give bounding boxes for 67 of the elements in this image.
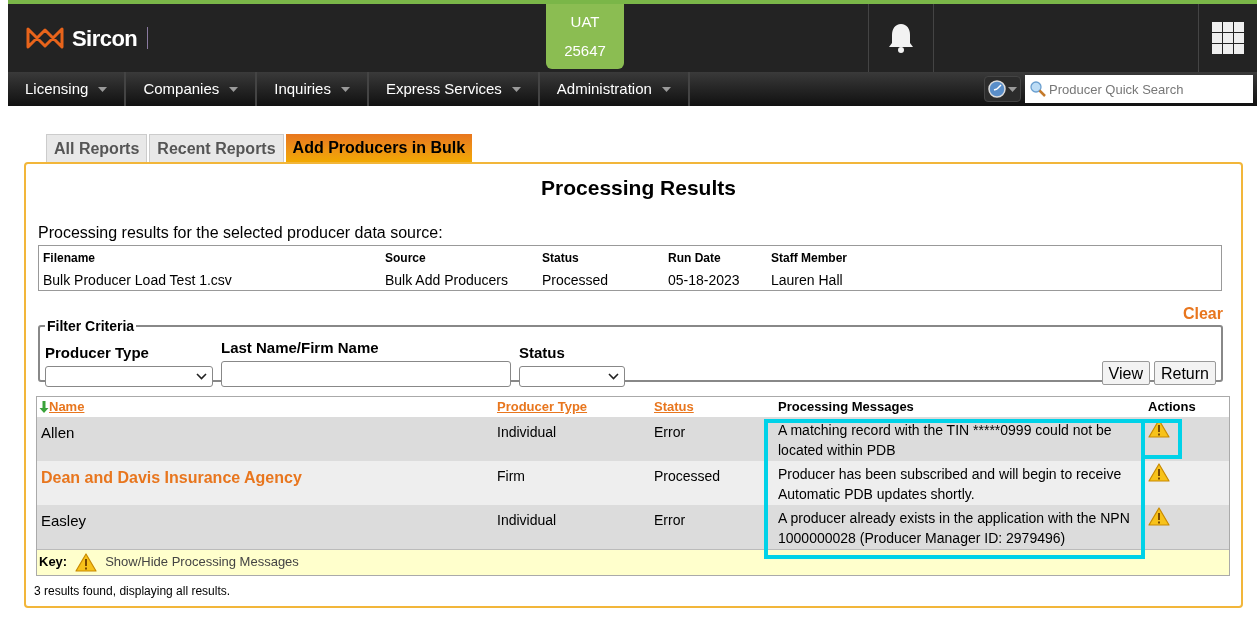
column-header: Actions xyxy=(1148,397,1196,416)
logo-icon xyxy=(26,27,64,49)
caret-icon xyxy=(229,86,239,92)
apps-grid-icon[interactable] xyxy=(1212,22,1244,54)
nav-menu[interactable]: Inquiries xyxy=(257,72,369,106)
sort-arrow-icon xyxy=(39,400,49,413)
nav-menu[interactable]: Express Services xyxy=(368,72,540,106)
table-cell: Easley xyxy=(41,511,87,529)
processing-message: A matching record with the TIN *****0999 could not be located within PDB xyxy=(778,421,1112,458)
nav-menu[interactable]: Licensing xyxy=(8,72,127,106)
environment-number: 25647 xyxy=(564,40,606,61)
table-cell: Processed xyxy=(654,467,721,484)
report-tab[interactable]: Add Producers in Bulk xyxy=(285,134,473,162)
caret-icon xyxy=(661,86,671,92)
history-button[interactable] xyxy=(984,76,1021,102)
nav-menu[interactable]: Administration xyxy=(539,72,690,106)
processing-message: Producer has been subscribed and will begin to receive Automatic PDB updates shortly. xyxy=(778,465,1122,502)
bell-icon[interactable] xyxy=(887,22,915,54)
processing-message: A producer already exists in the application with the NPN 1000000028 (Producer Manager ID: 2979496) xyxy=(778,509,1130,546)
warning-icon[interactable] xyxy=(1148,462,1170,482)
table-cell: Individual xyxy=(497,511,557,528)
table-cell: Error xyxy=(654,423,686,440)
search-icon xyxy=(1030,81,1046,97)
table-cell-text: Bulk Producer Load Test 1.csv xyxy=(43,270,233,290)
environment-label: UAT xyxy=(570,12,600,32)
key-label: Key: xyxy=(39,553,68,572)
table-cell-text: Bulk Add Producers xyxy=(385,270,509,290)
nav-menu[interactable]: Companies xyxy=(126,72,258,106)
dropdown-field[interactable] xyxy=(45,366,213,387)
column-header: Filename xyxy=(43,249,97,267)
logo-text: Sircon xyxy=(72,24,138,53)
action-button[interactable]: View xyxy=(1101,361,1150,385)
caret-icon xyxy=(340,86,350,92)
column-header: Run Date xyxy=(668,249,722,267)
filter-legend: Filter Criteria xyxy=(45,315,137,337)
column-header: Source xyxy=(385,249,427,267)
report-tab[interactable]: Recent Reports xyxy=(149,134,284,162)
key-text: Show/Hide Processing Messages xyxy=(105,553,299,572)
table-cell: Firm xyxy=(497,467,525,484)
column-header: Status xyxy=(542,249,580,267)
caret-icon xyxy=(98,86,108,92)
warning-icon xyxy=(75,552,98,572)
clock-icon xyxy=(988,80,1006,98)
text-field[interactable] xyxy=(221,361,511,387)
results-count: 3 results found, displaying all results. xyxy=(34,582,232,600)
filter-label: Producer Type xyxy=(45,342,150,363)
table-cell: Error xyxy=(654,511,686,528)
source-intro: Processing results for the selected producer data source: xyxy=(38,222,444,243)
chevron-icon xyxy=(196,373,207,380)
table-cell: Allen xyxy=(41,423,75,441)
column-header: Staff Member xyxy=(771,249,848,267)
table-cell-text: Lauren Hall xyxy=(771,270,844,290)
table-cell-text: 05-18-2023 xyxy=(668,270,741,290)
page-title: Processing Results xyxy=(540,175,737,201)
filter-label: Last Name/Firm Name xyxy=(221,337,380,358)
caret-icon xyxy=(1008,86,1017,92)
report-tab[interactable]: All Reports xyxy=(46,134,148,162)
table-cell-text: Processed xyxy=(542,270,610,290)
column-header: Processing Messages xyxy=(778,397,914,416)
filter-label: Status xyxy=(519,342,566,363)
warning-icon[interactable] xyxy=(1148,506,1170,526)
action-button[interactable]: Return xyxy=(1153,361,1216,385)
dropdown-field[interactable] xyxy=(519,366,625,387)
chevron-icon xyxy=(608,373,619,380)
quick-search-field[interactable]: Producer Quick Search xyxy=(1025,75,1253,103)
table-cell: Individual xyxy=(497,423,557,440)
caret-icon xyxy=(511,86,521,92)
